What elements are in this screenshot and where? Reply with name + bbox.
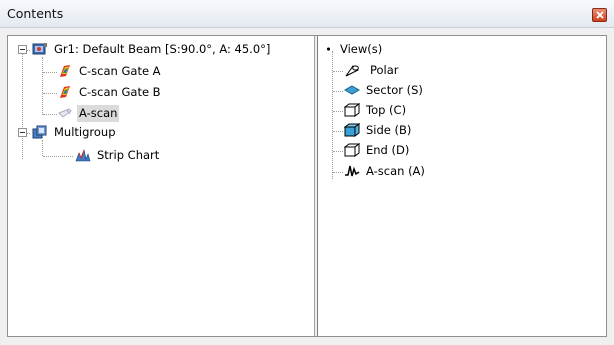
strip-chart-icon bbox=[75, 148, 91, 162]
end-cube-icon bbox=[344, 143, 360, 157]
tree-line bbox=[43, 93, 57, 94]
tree-line bbox=[333, 172, 343, 173]
tree-node-label: Polar bbox=[370, 63, 399, 77]
multigroup-icon bbox=[32, 125, 47, 139]
tree-line bbox=[43, 156, 73, 157]
tree-node-label: A-scan (A) bbox=[366, 164, 425, 178]
groups-tree[interactable]: Gr1: Default Beam [S:90.0°, A: 45.0°] C-… bbox=[8, 36, 314, 336]
collapse-toggle[interactable] bbox=[18, 45, 27, 54]
tree-node-label: C-scan Gate B bbox=[79, 85, 161, 99]
beam-group-icon bbox=[32, 43, 47, 55]
tree-line bbox=[333, 131, 343, 132]
tree-line bbox=[333, 91, 343, 92]
tree-line bbox=[333, 111, 343, 112]
tree-line bbox=[43, 72, 57, 73]
tree-line bbox=[333, 151, 343, 152]
cscan-colormap-icon bbox=[60, 86, 70, 98]
tree-node-label: C-scan Gate A bbox=[79, 64, 161, 78]
close-button[interactable] bbox=[592, 8, 607, 22]
tree-line bbox=[333, 71, 343, 72]
tree-line bbox=[42, 57, 43, 115]
tree-node-label: A-scan bbox=[77, 105, 120, 122]
sector-diamond-icon bbox=[344, 85, 360, 95]
cscan-colormap-icon bbox=[60, 65, 70, 77]
tree-node-label: Strip Chart bbox=[97, 148, 160, 162]
tree-node-label: Gr1: Default Beam [S:90.0°, A: 45.0°] bbox=[54, 42, 271, 56]
window-title: Contents bbox=[7, 6, 64, 21]
close-icon bbox=[596, 11, 604, 19]
title-bar: Contents bbox=[0, 0, 614, 28]
tree-node-label: Top (C) bbox=[366, 103, 407, 117]
top-cube-icon bbox=[344, 103, 360, 117]
side-cube-icon bbox=[344, 123, 360, 137]
polar-cone-icon bbox=[345, 65, 359, 77]
tree-line bbox=[42, 140, 43, 156]
tree-node-label: End (D) bbox=[366, 143, 410, 157]
ascan-ghost-icon bbox=[58, 108, 72, 118]
tree-line bbox=[43, 114, 57, 115]
tree-node-label: Side (B) bbox=[366, 123, 412, 137]
tree-node-label: Multigroup bbox=[54, 125, 116, 139]
tree-line bbox=[22, 49, 23, 159]
collapse-toggle[interactable] bbox=[18, 128, 27, 137]
tree-node-label: View(s) bbox=[340, 42, 383, 56]
views-tree[interactable]: View(s) Polar Sector (S) Top (C) Side (B… bbox=[318, 36, 606, 336]
ascan-wave-icon bbox=[345, 165, 360, 177]
tree-node-label: Sector (S) bbox=[366, 83, 423, 97]
contents-panel: Gr1: Default Beam [S:90.0°, A: 45.0°] C-… bbox=[7, 35, 607, 337]
bullet-icon bbox=[326, 47, 331, 51]
